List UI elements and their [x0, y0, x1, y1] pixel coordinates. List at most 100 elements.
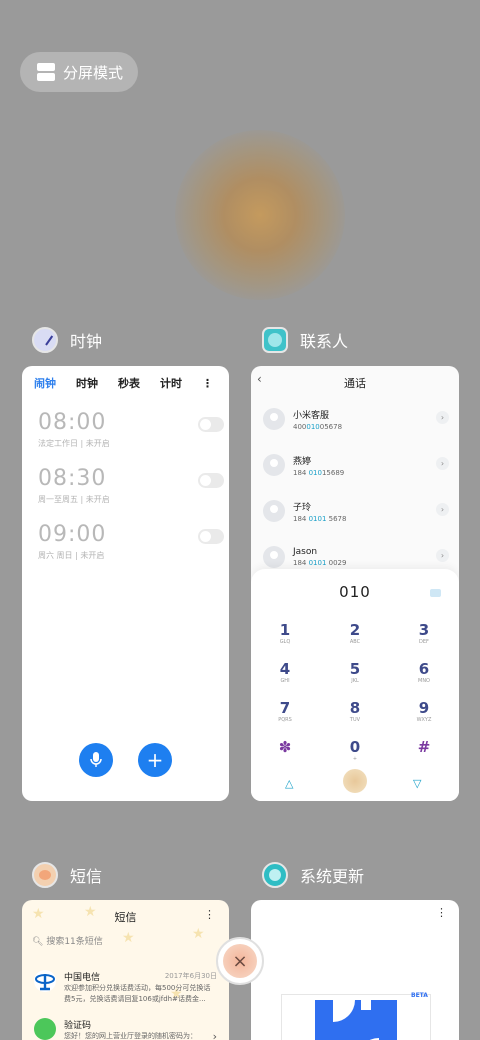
split-screen-button[interactable]: 分屏模式 [20, 52, 138, 92]
alarm-item[interactable]: 09:00 周六 周日 | 未开启 [38, 522, 224, 561]
update-app-title: 系统更新 [300, 867, 365, 886]
sms-sender: 中国电信 [64, 973, 101, 983]
dialpad: 010 1 GLQ 2 ABC 3 DEF 4 GHI 5 JKL 6 MNO 7 PQRS … [251, 569, 459, 801]
dial-key-4[interactable]: 4 GHI [265, 660, 305, 684]
split-screen-label: 分屏模式 [63, 63, 124, 82]
tab-stopwatch[interactable]: 秒表 [118, 375, 140, 391]
contacts-app-title: 联系人 [300, 332, 349, 351]
call-button[interactable] [343, 769, 367, 793]
alarm-detail: 周六 周日 | 未开启 [38, 551, 105, 560]
tab-timer[interactable]: 计时 [160, 375, 182, 391]
sms-thread[interactable]: 中国电信 2017年6月30日 欢迎参加积分兑换话费活动，每500分可兑换话费5… [34, 970, 217, 1008]
contact-name: 小米客服 [293, 410, 330, 421]
sms-app-icon [32, 862, 58, 888]
sms-date: 2017年6月30日 [164, 972, 217, 980]
search-placeholder: 搜索11条短信 [46, 937, 103, 947]
avatar [263, 500, 285, 522]
search-icon: 🔍︎ [32, 937, 44, 947]
dial-key-star[interactable]: ✽ [265, 738, 305, 756]
sms-preview: 您好！您的网上营业厅登录的随机密码为： [64, 1032, 197, 1040]
clear-all-button[interactable]: × [216, 937, 264, 985]
contacts-app-header[interactable]: 联系人 [262, 327, 348, 353]
clock-app-header[interactable]: 时钟 [32, 327, 102, 353]
backspace-icon[interactable] [430, 589, 441, 597]
alarm-toggle[interactable] [198, 473, 224, 488]
dial-key-9[interactable]: 9 WXYZ [404, 699, 444, 723]
dial-key-2[interactable]: 2 ABC [335, 621, 375, 645]
alarm-detail: 法定工作日 | 未开启 [38, 439, 110, 448]
dial-input[interactable]: 010 [251, 583, 459, 601]
update-app-icon [262, 862, 288, 888]
contact-number: 184 0101 0029 [293, 559, 347, 567]
contact-name: 子玲 [293, 502, 312, 513]
star-decoration: ★ [32, 906, 45, 922]
clock-app-card[interactable]: 闹钟 时钟 秒表 计时 ⋮ 08:00 法定工作日 | 未开启 08:30 周一… [22, 366, 229, 801]
contact-name: Jason [293, 547, 318, 557]
expand-dialpad-icon[interactable]: ▽ [413, 777, 421, 790]
dial-key-5[interactable]: 5 JKL [335, 660, 375, 684]
more-icon[interactable]: ⋮ [204, 908, 215, 921]
back-icon[interactable]: ‹ [257, 372, 262, 386]
calls-header: 通话 [344, 377, 366, 390]
alarm-toggle[interactable] [198, 529, 224, 544]
dial-key-3[interactable]: 3 DEF [404, 621, 444, 645]
contacts-app-icon [262, 327, 288, 353]
add-alarm-button[interactable]: + [138, 743, 172, 777]
sms-sender: 验证码 [64, 1021, 92, 1031]
message-icon [34, 1018, 56, 1040]
clock-tabs: 闹钟 时钟 秒表 计时 ⋮ [22, 366, 229, 391]
dial-key-hash[interactable]: # [404, 738, 444, 756]
sms-preview: 欢迎参加积分兑换话费活动，每500分可兑换话费5元，兑换话费请回复106或jfd… [64, 984, 211, 1003]
alarm-item[interactable]: 08:00 法定工作日 | 未开启 [38, 410, 224, 449]
alarm-item[interactable]: 08:30 周一至周五 | 未开启 [38, 466, 224, 505]
dial-key-0[interactable]: 0 + [335, 738, 375, 762]
contact-row[interactable]: 子玲 184 0101 5678 › [263, 493, 449, 529]
contact-number: 40001005678 [293, 422, 343, 431]
update-app-card[interactable]: ⋮ BETA [251, 900, 459, 1040]
close-icon: × [223, 944, 257, 978]
chevron-right-icon[interactable]: › [436, 549, 449, 562]
alarm-time: 08:30 [38, 466, 107, 491]
split-screen-icon [37, 63, 55, 81]
clock-app-title: 时钟 [70, 332, 103, 351]
chevron-right-icon[interactable]: › [436, 503, 449, 516]
contacts-app-card[interactable]: ‹ 通话 小米客服 40001005678 › 燕婷 184 01015689 … [251, 366, 459, 801]
contact-row[interactable]: 燕婷 184 01015689 › [263, 447, 449, 483]
dial-key-8[interactable]: 8 TUV [335, 699, 375, 723]
contact-number: 184 0101 5678 [293, 514, 347, 523]
more-icon[interactable]: ⋮ [436, 906, 447, 919]
tab-clock[interactable]: 时钟 [76, 375, 98, 391]
alarm-toggle[interactable] [198, 417, 224, 432]
collapse-dialpad-icon[interactable]: △ [285, 777, 293, 790]
update-app-header[interactable]: 系统更新 [262, 862, 364, 888]
telecom-logo-icon [34, 970, 56, 992]
dial-key-6[interactable]: 6 MNO [404, 660, 444, 684]
contact-row[interactable]: 小米客服 40001005678 › [263, 401, 449, 437]
dial-key-1[interactable]: 1 GLQ [265, 621, 305, 645]
contact-name: 燕婷 [293, 456, 312, 467]
chevron-right-icon[interactable]: › [436, 457, 449, 470]
alarm-time: 08:00 [38, 410, 107, 435]
clock-app-icon [32, 327, 58, 353]
tab-alarm[interactable]: 闹钟 [34, 375, 56, 391]
sms-app-header[interactable]: 短信 [32, 862, 102, 888]
avatar [263, 408, 285, 430]
star-decoration: ★ [84, 904, 97, 920]
avatar [263, 454, 285, 476]
voice-alarm-button[interactable] [79, 743, 113, 777]
star-decoration: ★ [192, 926, 205, 942]
alarm-time: 09:00 [38, 522, 107, 547]
avatar [263, 546, 285, 568]
more-icon[interactable]: ⋮ [202, 377, 213, 390]
wallpaper-blur [175, 130, 345, 300]
chevron-right-icon[interactable]: › [436, 411, 449, 424]
sms-header: 短信 [114, 911, 137, 924]
contact-number: 184 01015689 [293, 468, 345, 477]
dial-key-7[interactable]: 7 PQRS [265, 699, 305, 723]
sms-search-input[interactable]: 🔍︎ 搜索11条短信 [32, 934, 103, 947]
star-decoration: ★ [122, 930, 135, 946]
sms-app-card[interactable]: ★ ★ ★ ★ ★ 短信 ⋮ 🔍︎ 搜索11条短信 中国电信 2017年6月30… [22, 900, 229, 1040]
alarm-detail: 周一至周五 | 未开启 [38, 495, 110, 504]
sms-thread[interactable]: 验证码 › 您好！您的网上营业厅登录的随机密码为： [34, 1018, 217, 1040]
microphone-icon [90, 752, 102, 767]
